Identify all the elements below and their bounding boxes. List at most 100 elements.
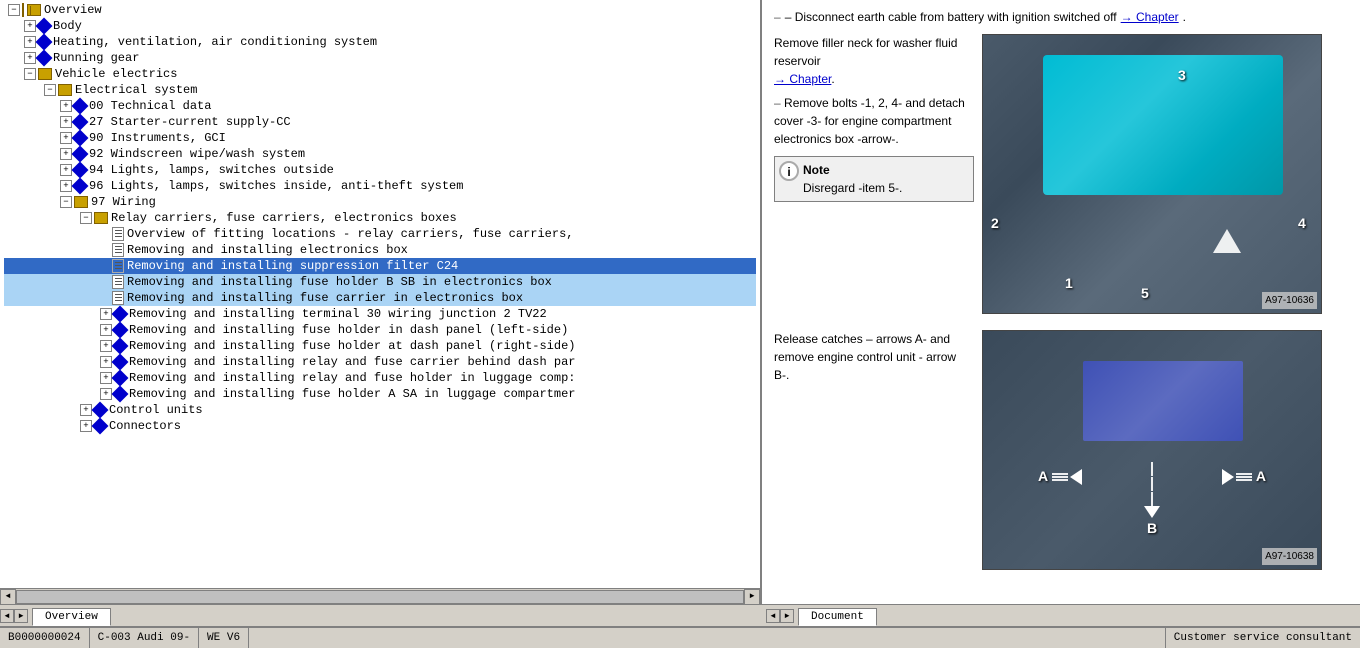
relay-carriers-label: Relay carriers, fuse carriers, electroni… bbox=[111, 211, 457, 225]
tree-item-remove-elec-box[interactable]: Removing and installing electronics box bbox=[4, 242, 756, 258]
img1-label-1: 1 bbox=[1065, 273, 1073, 294]
scroll-right[interactable]: ► bbox=[744, 589, 760, 605]
left-nav-arrows: ◄ ► bbox=[0, 606, 28, 626]
expand-relay-luggage[interactable]: + bbox=[100, 372, 112, 384]
expand-control-units[interactable]: + bbox=[80, 404, 92, 416]
tree-item-connectors[interactable]: + Connectors bbox=[4, 418, 756, 434]
expand-wiring[interactable]: − bbox=[60, 196, 72, 208]
expand-fuse-left[interactable]: + bbox=[100, 324, 112, 336]
instruction-block-3: – Remove bolts -1, 2, 4- and detach cove… bbox=[774, 94, 974, 148]
tree-item-remove-fuse-right[interactable]: + Removing and installing fuse holder at… bbox=[4, 338, 756, 354]
tree-item-remove-fuse-carrier[interactable]: Removing and installing fuse carrier in … bbox=[4, 290, 756, 306]
tree-item-remove-relay-luggage[interactable]: + Removing and installing relay and fuse… bbox=[4, 370, 756, 386]
tree-item-vehicle-electrics[interactable]: − Vehicle electrics bbox=[4, 66, 756, 82]
left-panel: − Overview + Body + Heating, ventilation… bbox=[0, 0, 762, 604]
expand-relay-carriers[interactable]: − bbox=[80, 212, 92, 224]
expand-starter[interactable]: + bbox=[60, 116, 72, 128]
tree-item-control-units[interactable]: + Control units bbox=[4, 402, 756, 418]
overview-label: Overview bbox=[44, 3, 102, 17]
tree-item-body[interactable]: + Body bbox=[4, 18, 756, 34]
instruction-1-text: – Disconnect earth cable from battery wi… bbox=[785, 8, 1117, 26]
expand-windscreen[interactable]: + bbox=[60, 148, 72, 160]
expand-body[interactable]: + bbox=[24, 20, 36, 32]
tree-view[interactable]: − Overview + Body + Heating, ventilation… bbox=[0, 0, 760, 588]
remove-fuse-b-label: Removing and installing fuse holder B SB… bbox=[127, 275, 552, 289]
diamond-icon bbox=[72, 130, 89, 147]
expand-lights-inside[interactable]: + bbox=[60, 180, 72, 192]
hvac-label: Heating, ventilation, air conditioning s… bbox=[53, 35, 377, 49]
expand-hvac[interactable]: + bbox=[24, 36, 36, 48]
tree-item-tech-data[interactable]: + 00 Technical data bbox=[4, 98, 756, 114]
tree-item-relay-carriers[interactable]: − Relay carriers, fuse carriers, electro… bbox=[4, 210, 756, 226]
expand-instruments[interactable]: + bbox=[60, 132, 72, 144]
tree-item-instruments[interactable]: + 90 Instruments, GCI bbox=[4, 130, 756, 146]
status-version: WE V6 bbox=[199, 628, 249, 648]
instruments-label: 90 Instruments, GCI bbox=[89, 131, 226, 145]
tree-item-remove-fuse-left[interactable]: + Removing and installing fuse holder in… bbox=[4, 322, 756, 338]
tree-item-running-gear[interactable]: + Running gear bbox=[4, 50, 756, 66]
remove-suppression-label: Removing and installing suppression filt… bbox=[127, 259, 458, 273]
tree-item-overview-fitting[interactable]: Overview of fitting locations - relay ca… bbox=[4, 226, 756, 242]
tab-document[interactable]: Document bbox=[798, 608, 877, 626]
diamond-icon bbox=[36, 18, 53, 35]
left-instructions: Remove filler neck for washer fluid rese… bbox=[774, 34, 974, 314]
tree-item-lights-inside[interactable]: + 96 Lights, lamps, switches inside, ant… bbox=[4, 178, 756, 194]
img1-label-5: 5 bbox=[1141, 283, 1149, 304]
tree-item-lights-outside[interactable]: + 94 Lights, lamps, switches outside bbox=[4, 162, 756, 178]
period-2: . bbox=[831, 72, 834, 86]
tree-item-remove-suppression[interactable]: Removing and installing suppression filt… bbox=[4, 258, 756, 274]
note-content: Note Disregard -item 5-. bbox=[803, 161, 902, 197]
expand-tech-data[interactable]: + bbox=[60, 100, 72, 112]
scroll-left[interactable]: ◄ bbox=[0, 589, 16, 605]
tree-item-windscreen[interactable]: + 92 Windscreen wipe/wash system bbox=[4, 146, 756, 162]
nav-left[interactable]: ◄ bbox=[0, 609, 14, 623]
img1-label-4: 4 bbox=[1298, 213, 1306, 234]
tab-overview[interactable]: Overview bbox=[32, 608, 111, 626]
bottom-area: ◄ ► Overview ◄ ► Document B0000000024 C-… bbox=[0, 604, 1360, 648]
img1-label-2: 2 bbox=[991, 213, 999, 234]
expand-running-gear[interactable]: + bbox=[24, 52, 36, 64]
tree-item-starter[interactable]: + 27 Starter-current supply-CC bbox=[4, 114, 756, 130]
nav-right[interactable]: ► bbox=[14, 609, 28, 623]
tree-item-remove-fuse-sa[interactable]: + Removing and installing fuse holder A … bbox=[4, 386, 756, 402]
doc-icon bbox=[112, 227, 124, 241]
tree-item-remove-terminal[interactable]: + Removing and installing terminal 30 wi… bbox=[4, 306, 756, 322]
left-hscrollbar[interactable]: ◄ ► bbox=[0, 588, 760, 604]
tree-item-hvac[interactable]: + Heating, ventilation, air conditioning… bbox=[4, 34, 756, 50]
tree-item-remove-relay-behind[interactable]: + Removing and installing relay and fuse… bbox=[4, 354, 756, 370]
expand-lights-outside[interactable]: + bbox=[60, 164, 72, 176]
expand-fuse-right[interactable]: + bbox=[100, 340, 112, 352]
main-container: − Overview + Body + Heating, ventilation… bbox=[0, 0, 1360, 648]
expand-connectors[interactable]: + bbox=[80, 420, 92, 432]
electrical-system-label: Electrical system bbox=[75, 83, 197, 97]
expand-electrical-system[interactable]: − bbox=[44, 84, 56, 96]
chapter-link-1[interactable]: → Chapter bbox=[1121, 8, 1179, 26]
wiring-label: 97 Wiring bbox=[91, 195, 156, 209]
expand-fuse-sa[interactable]: + bbox=[100, 388, 112, 400]
ecm-cover bbox=[1083, 361, 1243, 441]
diamond-icon bbox=[36, 34, 53, 51]
note-icon: i bbox=[779, 161, 799, 181]
overview-fitting-label: Overview of fitting locations - relay ca… bbox=[127, 227, 573, 241]
nav-left-2[interactable]: ◄ bbox=[766, 609, 780, 623]
tree-item-electrical-system[interactable]: − Electrical system bbox=[4, 82, 756, 98]
tree-item-wiring[interactable]: − 97 Wiring bbox=[4, 194, 756, 210]
tree-item-overview[interactable]: − Overview bbox=[4, 2, 756, 18]
arrow-head-down bbox=[1144, 506, 1160, 518]
arrow-head-right bbox=[1222, 469, 1234, 485]
expand-vehicle-electrics[interactable]: − bbox=[24, 68, 36, 80]
hscroll-thumb[interactable] bbox=[16, 590, 744, 604]
diamond-icon bbox=[112, 306, 129, 323]
diamond-icon bbox=[72, 178, 89, 195]
diamond-icon bbox=[72, 146, 89, 163]
nav-right-2[interactable]: ► bbox=[780, 609, 794, 623]
diamond-icon bbox=[112, 338, 129, 355]
expand-overview[interactable]: − bbox=[8, 4, 20, 16]
book-icon bbox=[27, 4, 41, 16]
diamond-icon bbox=[112, 386, 129, 403]
tree-item-remove-fuse-b[interactable]: Removing and installing fuse holder B SB… bbox=[4, 274, 756, 290]
expand-terminal[interactable]: + bbox=[100, 308, 112, 320]
chapter-link-2[interactable]: → Chapter bbox=[774, 72, 831, 86]
running-gear-label: Running gear bbox=[53, 51, 139, 65]
expand-relay-behind[interactable]: + bbox=[100, 356, 112, 368]
